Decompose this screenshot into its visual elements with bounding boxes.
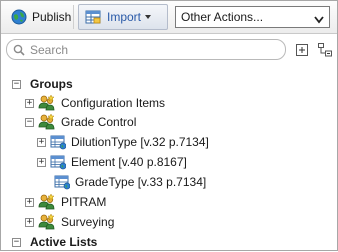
- tree-node-label: DilutionType [v.32 p.7134]: [71, 135, 209, 149]
- panel-frame: Publish Import Other Actions... Search −…: [0, 0, 338, 251]
- tree-node-grade-control[interactable]: − Grade Control: [25, 112, 136, 132]
- collapse-toggle-icon[interactable]: −: [12, 237, 21, 247]
- import-button[interactable]: Import: [78, 4, 168, 30]
- toolbar-separator: [73, 5, 74, 29]
- tree-node-configuration-items[interactable]: + Configuration Items: [25, 93, 165, 113]
- chevron-down-icon: [314, 13, 324, 27]
- search-input[interactable]: [30, 42, 270, 57]
- group-people-icon: [38, 213, 56, 231]
- toolbar: Publish Import Other Actions...: [1, 1, 337, 34]
- publish-button[interactable]: Publish: [4, 4, 72, 30]
- expand-toggle-icon[interactable]: +: [37, 157, 46, 167]
- expand-all-icon[interactable]: [294, 42, 310, 58]
- tree-node-label: Grade Control: [61, 115, 137, 129]
- collapse-toggle-icon[interactable]: −: [25, 117, 34, 127]
- tree-node-active-lists[interactable]: − Active Lists: [12, 232, 97, 252]
- tree-node-pitram[interactable]: + PITRAM: [25, 192, 106, 212]
- list-table-icon: [50, 154, 67, 170]
- collapse-tree-icon[interactable]: [317, 42, 333, 58]
- tree-node-label: GradeType [v.33 p.7134]: [75, 175, 207, 189]
- import-grid-icon: [85, 9, 101, 25]
- tree-node-label: PITRAM: [61, 195, 107, 209]
- search-icon: [13, 44, 25, 56]
- tree-node-surveying[interactable]: + Surveying: [25, 212, 114, 232]
- tree-node-label: Configuration Items: [61, 96, 166, 110]
- tree-node-groups[interactable]: − Groups: [12, 74, 73, 94]
- collapse-toggle-icon[interactable]: −: [12, 79, 21, 89]
- expand-toggle-icon[interactable]: +: [37, 137, 46, 147]
- list-table-icon: [54, 174, 71, 190]
- group-people-icon: [38, 193, 56, 211]
- other-actions-select[interactable]: Other Actions...: [175, 6, 330, 28]
- expand-toggle-icon[interactable]: +: [25, 98, 34, 108]
- tree-node-dilution-type[interactable]: + DilutionType [v.32 p.7134]: [37, 132, 209, 152]
- tree-node-label: Active Lists: [30, 235, 98, 249]
- import-label: Import: [107, 10, 142, 24]
- list-table-icon: [50, 134, 67, 150]
- expand-toggle-icon[interactable]: +: [25, 197, 34, 207]
- tree-node-element[interactable]: + Element [v.40 p.8167]: [37, 152, 187, 172]
- tree-node-label: Groups: [30, 77, 73, 91]
- tree-node-grade-type[interactable]: GradeType [v.33 p.7134]: [50, 172, 206, 192]
- group-people-icon: [38, 94, 56, 112]
- other-actions-value: Other Actions...: [181, 10, 264, 24]
- import-dropdown-caret-icon: [145, 15, 152, 19]
- globe-icon: [11, 9, 27, 25]
- tree-node-label: Surveying: [61, 215, 115, 229]
- tree-node-label: Element [v.40 p.8167]: [71, 155, 187, 169]
- group-people-icon: [38, 113, 56, 131]
- publish-label: Publish: [32, 10, 72, 24]
- search-box: [6, 39, 286, 60]
- expand-toggle-icon[interactable]: +: [25, 217, 34, 227]
